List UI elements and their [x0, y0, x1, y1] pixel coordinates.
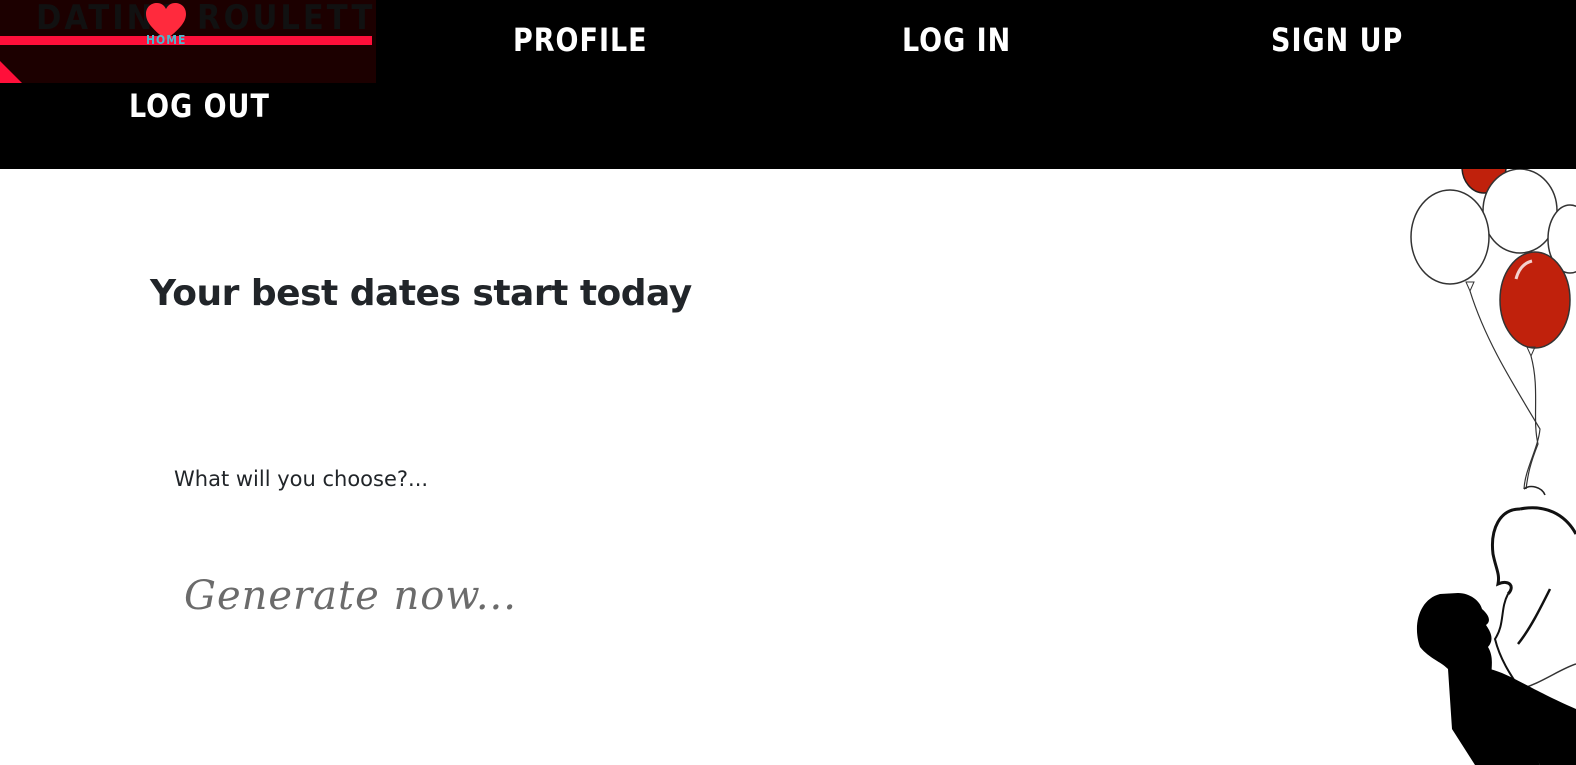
brand-name: DATING ROULETTE: [36, 0, 376, 38]
couple-with-balloons-illustration: [1410, 169, 1576, 765]
generate-now-link[interactable]: Generate now...: [184, 568, 517, 624]
logo-corner-accent: [0, 61, 22, 83]
brand-logo[interactable]: DATING ROULETTE HOME: [0, 0, 376, 83]
nav-profile-link[interactable]: PROFILE: [513, 22, 648, 61]
home-link[interactable]: HOME: [146, 33, 186, 47]
hero-title: Your best dates start today: [150, 273, 692, 314]
choose-prompt: What will you choose?...: [174, 467, 429, 491]
nav-signup-link[interactable]: SIGN UP: [1271, 22, 1403, 61]
nav-logout-link[interactable]: LOG OUT: [129, 88, 270, 127]
nav-login-link[interactable]: LOG IN: [902, 22, 1011, 61]
navbar: DATING ROULETTE HOME PROFILE LOG IN SIGN…: [0, 0, 1576, 169]
